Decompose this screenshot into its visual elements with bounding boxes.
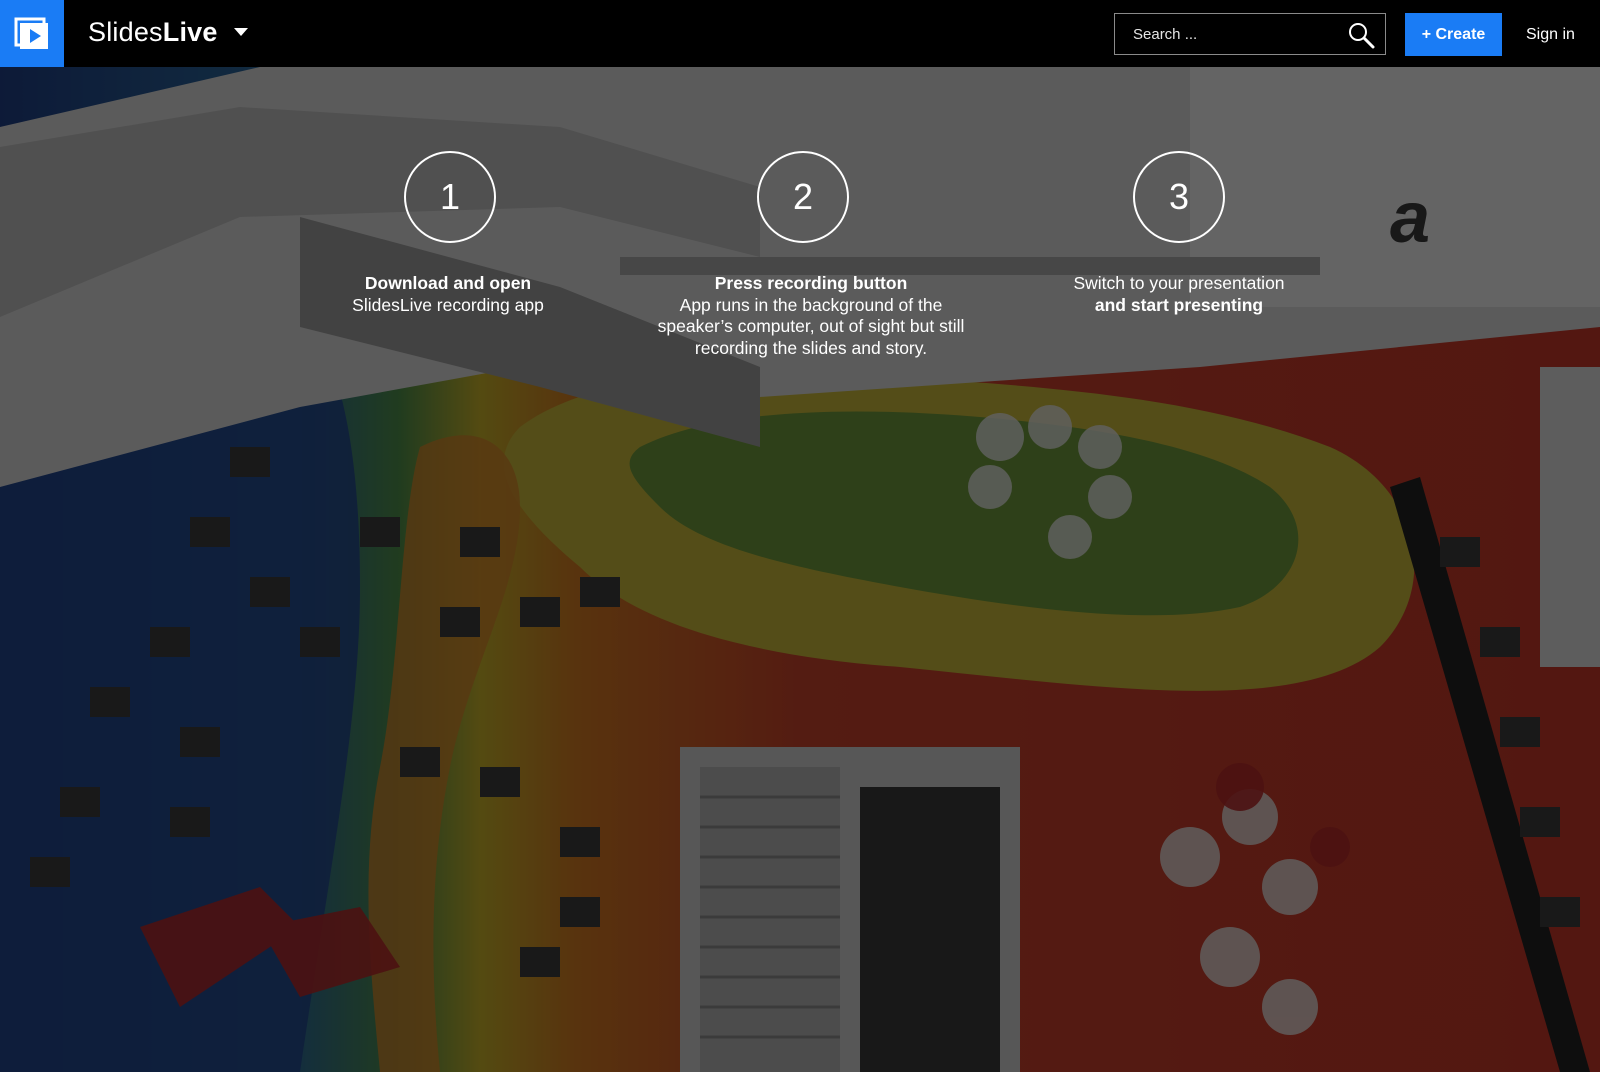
step-2: 2 Press recording button App runs in the… [631, 151, 991, 359]
search-box [1114, 13, 1386, 55]
step-3-title: Switch to your presentation [1073, 273, 1285, 293]
brand-name[interactable]: SlidesLive [88, 14, 218, 50]
top-navbar: SlidesLive + Create Sign in [0, 0, 1600, 67]
step-2-number-circle: 2 [757, 151, 849, 243]
step-2-title: Press recording button [714, 273, 908, 293]
brand-dropdown-caret-icon[interactable] [234, 28, 248, 36]
sign-in-link[interactable]: Sign in [1526, 24, 1575, 46]
search-icon[interactable] [1347, 21, 1375, 49]
step-3-text: Switch to your presentation and start pr… [999, 273, 1359, 316]
step-3-number-circle: 3 [1133, 151, 1225, 243]
step-1-number-circle: 1 [404, 151, 496, 243]
slideslive-logo[interactable] [0, 0, 64, 67]
step-2-text: Press recording button App runs in the b… [631, 273, 991, 359]
hero-section: a 1 Download and open SlidesLive recordi… [0, 67, 1600, 1072]
step-3: 3 Switch to your presentation and start … [999, 151, 1359, 316]
step-1: 1 Download and open SlidesLive recording… [268, 151, 628, 316]
step-1-text: Download and open SlidesLive recording a… [268, 273, 628, 316]
step-3-description: and start presenting [1094, 294, 1264, 315]
search-input[interactable] [1115, 14, 1353, 54]
step-2-description: App runs in the background of the speake… [657, 294, 965, 358]
create-button[interactable]: + Create [1405, 13, 1502, 56]
step-1-title: Download and open [364, 273, 532, 293]
brand-name-light: Slides [88, 17, 163, 47]
brand-name-bold: Live [162, 17, 218, 47]
logo-play-icon [14, 17, 48, 49]
step-1-description: SlidesLive recording app [352, 294, 544, 315]
page: SlidesLive + Create Sign in [0, 0, 1600, 1072]
